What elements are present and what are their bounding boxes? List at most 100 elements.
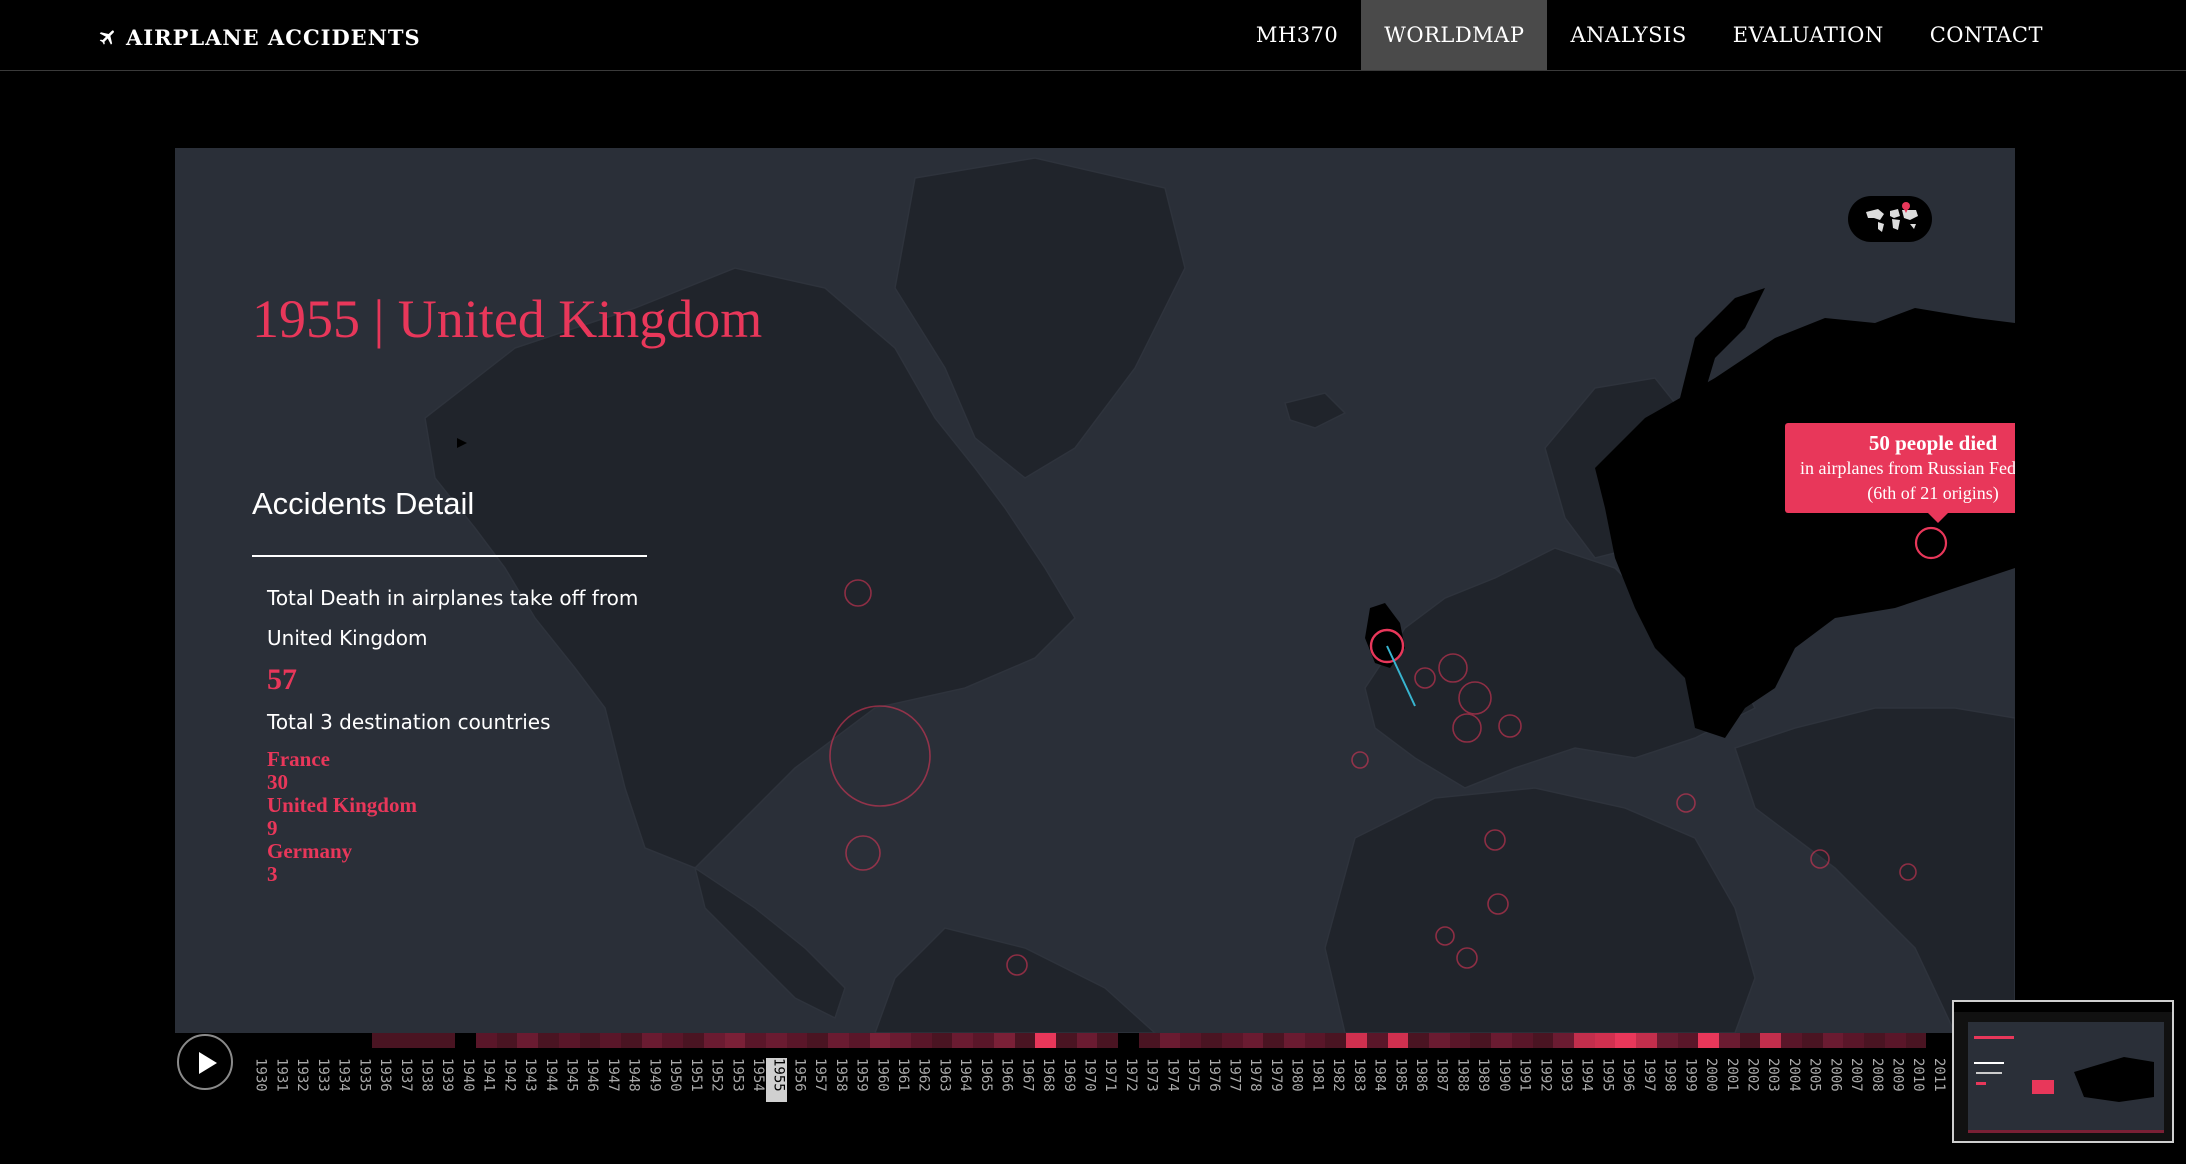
year-tick[interactable]: 1984 bbox=[1367, 1058, 1388, 1102]
year-tick[interactable]: 1953 bbox=[725, 1058, 745, 1102]
year-tick[interactable]: 1957 bbox=[807, 1058, 828, 1102]
year-tick[interactable]: 1972 bbox=[1118, 1058, 1139, 1102]
world-map-toggle-button[interactable] bbox=[1848, 196, 1932, 242]
year-tick[interactable]: 1988 bbox=[1450, 1058, 1470, 1102]
year-tick[interactable]: 1967 bbox=[1015, 1058, 1035, 1102]
year-tick[interactable]: 1939 bbox=[434, 1058, 455, 1102]
year-tick[interactable]: 1969 bbox=[1056, 1058, 1077, 1102]
heat-cell[interactable] bbox=[351, 1033, 373, 1048]
year-tick[interactable]: 1961 bbox=[890, 1058, 911, 1102]
year-tick[interactable]: 1946 bbox=[580, 1058, 600, 1102]
year-tick[interactable]: 1954 bbox=[745, 1058, 766, 1102]
heat-cell[interactable] bbox=[1056, 1033, 1077, 1048]
year-tick[interactable]: 1930 bbox=[248, 1058, 269, 1102]
year-tick[interactable]: 1945 bbox=[559, 1058, 580, 1102]
year-tick[interactable]: 2004 bbox=[1781, 1058, 1802, 1102]
heat-cell[interactable] bbox=[1304, 1033, 1326, 1048]
heat-cell[interactable] bbox=[1843, 1033, 1865, 1048]
heat-cell[interactable] bbox=[1760, 1033, 1782, 1048]
year-tick[interactable]: 1999 bbox=[1678, 1058, 1698, 1102]
nav-item-contact[interactable]: CONTACT bbox=[1907, 0, 2066, 70]
heat-cell[interactable] bbox=[973, 1033, 994, 1048]
heat-cell[interactable] bbox=[1491, 1033, 1512, 1048]
play-button[interactable] bbox=[177, 1034, 233, 1090]
heat-cell[interactable] bbox=[1346, 1033, 1367, 1048]
heat-cell[interactable] bbox=[1926, 1033, 1947, 1048]
year-tick[interactable]: 2011 bbox=[1926, 1058, 1947, 1102]
year-tick[interactable]: 1932 bbox=[289, 1058, 310, 1102]
heat-cell[interactable] bbox=[662, 1033, 684, 1048]
year-tick[interactable]: 1964 bbox=[952, 1058, 973, 1102]
heat-cell[interactable] bbox=[869, 1033, 891, 1048]
heat-cell[interactable] bbox=[1905, 1033, 1927, 1048]
heat-cell[interactable] bbox=[1781, 1033, 1802, 1048]
brand[interactable]: AIRPLANE ACCIDENTS bbox=[98, 22, 421, 52]
year-tick[interactable]: 2001 bbox=[1719, 1058, 1740, 1102]
heat-cell[interactable] bbox=[724, 1033, 746, 1048]
year-tick[interactable]: 1959 bbox=[849, 1058, 870, 1102]
year-tick[interactable]: 1989 bbox=[1470, 1058, 1491, 1102]
year-tick[interactable]: 1991 bbox=[1512, 1058, 1533, 1102]
heat-cell[interactable] bbox=[1822, 1033, 1844, 1048]
year-tick[interactable]: 2010 bbox=[1906, 1058, 1926, 1102]
heat-cell[interactable] bbox=[993, 1033, 1015, 1048]
heat-cell[interactable] bbox=[600, 1033, 621, 1048]
year-tick[interactable]: 1934 bbox=[331, 1058, 352, 1102]
heat-cell[interactable] bbox=[1884, 1033, 1906, 1048]
year-tick[interactable]: 1962 bbox=[911, 1058, 932, 1102]
year-tick[interactable]: 1958 bbox=[828, 1058, 849, 1102]
heat-cell[interactable] bbox=[1719, 1033, 1740, 1048]
heat-cell[interactable] bbox=[1325, 1033, 1347, 1048]
year-tick[interactable]: 1952 bbox=[704, 1058, 725, 1102]
year-tick[interactable]: 1938 bbox=[414, 1058, 434, 1102]
heat-cell[interactable] bbox=[1428, 1033, 1450, 1048]
heat-cell[interactable] bbox=[475, 1033, 497, 1048]
year-tick[interactable]: 1950 bbox=[662, 1058, 683, 1102]
heat-cell[interactable] bbox=[1864, 1033, 1885, 1048]
heat-cell[interactable] bbox=[1159, 1033, 1181, 1048]
heat-cell[interactable] bbox=[1615, 1033, 1637, 1048]
year-tick[interactable]: 1977 bbox=[1222, 1058, 1243, 1102]
year-tick[interactable]: 1995 bbox=[1595, 1058, 1615, 1102]
heat-cell[interactable] bbox=[289, 1033, 311, 1048]
heat-cell[interactable] bbox=[496, 1033, 518, 1048]
heat-cell[interactable] bbox=[1242, 1033, 1264, 1048]
heat-cell[interactable] bbox=[1594, 1033, 1616, 1048]
heat-cell[interactable] bbox=[393, 1033, 414, 1048]
year-tick[interactable]: 1951 bbox=[683, 1058, 704, 1102]
year-tick[interactable]: 1965 bbox=[973, 1058, 994, 1102]
heat-cell[interactable] bbox=[434, 1033, 456, 1048]
heat-cell[interactable] bbox=[1097, 1033, 1119, 1048]
heat-cell[interactable] bbox=[1221, 1033, 1243, 1048]
heat-cell[interactable] bbox=[372, 1033, 394, 1048]
year-tick[interactable]: 1997 bbox=[1636, 1058, 1657, 1102]
heat-cell[interactable] bbox=[931, 1033, 953, 1048]
year-tick[interactable]: 2005 bbox=[1802, 1058, 1823, 1102]
year-tick[interactable]: 1947 bbox=[600, 1058, 621, 1102]
heat-cell[interactable] bbox=[952, 1033, 974, 1048]
heat-cell[interactable] bbox=[1449, 1033, 1471, 1048]
heat-cell[interactable] bbox=[807, 1033, 829, 1048]
heat-cell[interactable] bbox=[517, 1033, 539, 1048]
year-tick[interactable]: 1973 bbox=[1139, 1058, 1160, 1102]
year-tick[interactable]: 1955 bbox=[765, 1058, 787, 1102]
heat-cell[interactable] bbox=[683, 1033, 704, 1048]
heat-cell[interactable] bbox=[1739, 1033, 1761, 1048]
heat-cell[interactable] bbox=[1180, 1033, 1202, 1048]
heat-cell[interactable] bbox=[558, 1033, 580, 1048]
year-tick[interactable]: 2000 bbox=[1698, 1058, 1719, 1102]
year-tick[interactable]: 1975 bbox=[1180, 1058, 1201, 1102]
nav-item-evaluation[interactable]: EVALUATION bbox=[1710, 0, 1907, 70]
heat-cell[interactable] bbox=[1366, 1033, 1388, 1048]
year-tick[interactable]: 1968 bbox=[1035, 1058, 1056, 1102]
year-tick[interactable]: 1994 bbox=[1574, 1058, 1595, 1102]
year-tick[interactable]: 1986 bbox=[1408, 1058, 1429, 1102]
heat-cell[interactable] bbox=[1408, 1033, 1429, 1048]
heat-cell[interactable] bbox=[268, 1033, 290, 1048]
year-tick[interactable]: 1956 bbox=[787, 1058, 807, 1102]
heat-cell[interactable] bbox=[786, 1033, 808, 1048]
heat-cell[interactable] bbox=[641, 1033, 663, 1048]
year-tick[interactable]: 1966 bbox=[994, 1058, 1015, 1102]
year-tick[interactable]: 1943 bbox=[517, 1058, 538, 1102]
world-map[interactable]: 1955 | United Kingdom Accidents Detail T… bbox=[175, 148, 2015, 1033]
